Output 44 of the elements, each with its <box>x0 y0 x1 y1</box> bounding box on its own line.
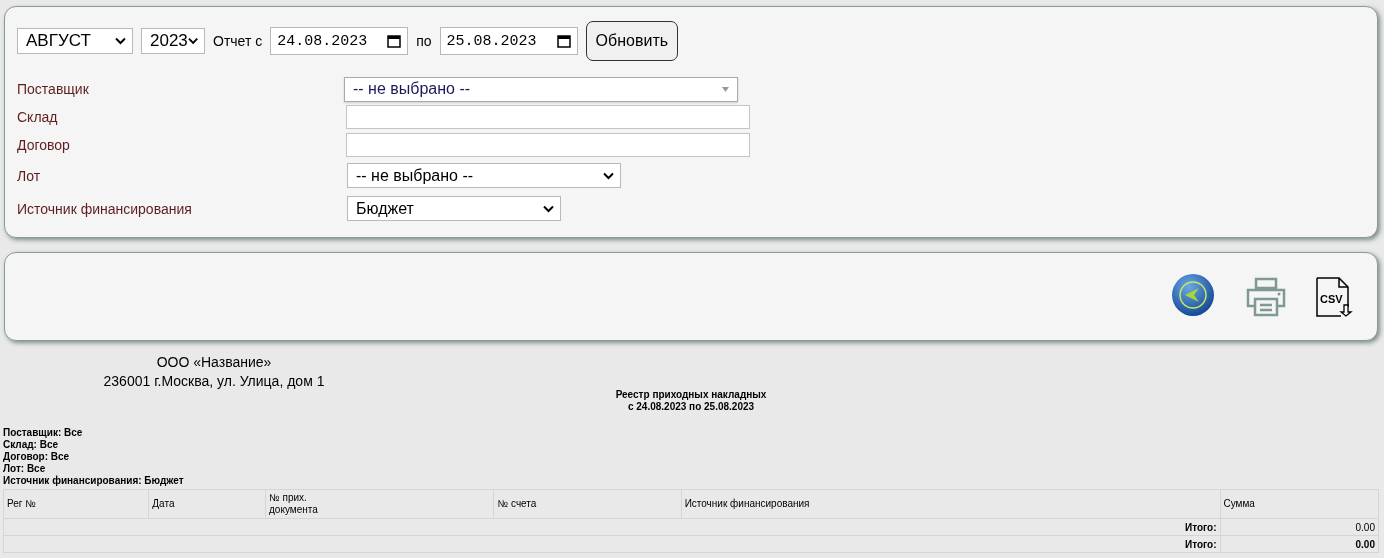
chevron-down-icon <box>543 204 554 213</box>
field-label: Источник финансирования <box>17 200 193 217</box>
report-parameter: Поставщик: Все <box>3 427 84 439</box>
report-parameter: Склад: Все <box>3 439 60 451</box>
month-select[interactable]: АВГУСТ <box>17 28 133 54</box>
total-label: Итого: <box>3 535 1220 553</box>
column-header: № счета <box>494 489 682 519</box>
to-label: по <box>416 33 432 49</box>
date-field[interactable]: 25.08.2023 <box>439 27 578 55</box>
column-header: Источник финансирования <box>681 489 1220 519</box>
report-parameter: Источник финансирования: Бюджет <box>3 475 185 487</box>
chevron-down-icon <box>603 171 614 180</box>
field-label: Лот <box>17 167 42 184</box>
caret-icon <box>722 86 729 92</box>
calendar-icon[interactable] <box>387 34 402 48</box>
report-parameter: Договор: Все <box>3 451 71 463</box>
column-header: Дата <box>148 489 266 519</box>
year-select[interactable]: 2023 <box>141 28 205 54</box>
field-label: Договор <box>17 137 71 153</box>
chevron-down-icon <box>115 37 126 45</box>
report-parameter: Лот: Все <box>3 463 47 475</box>
column-header: № прих. документа <box>265 489 494 519</box>
report-period: с 24.08.2023 по 25.08.2023 <box>626 401 756 413</box>
calendar-icon[interactable] <box>556 34 571 48</box>
field-label: Склад <box>17 109 59 125</box>
printer-icon[interactable] <box>1245 276 1287 317</box>
supplier-combobox[interactable]: -- не выбрано -- <box>344 76 738 102</box>
date-field[interactable]: 24.08.2023 <box>270 27 409 55</box>
column-header: Сумма <box>1220 489 1379 519</box>
company-name: ООО «Название» <box>155 353 273 372</box>
from-label: Отчет с <box>213 33 263 49</box>
company-address: 236001 г.Москва, ул. Улица, дом 1 <box>102 372 326 391</box>
total-value: 0.00 <box>1220 518 1379 536</box>
total-value: 0.00 <box>1220 535 1379 553</box>
chevron-down-icon <box>187 37 198 45</box>
dropdown-select[interactable]: -- не выбрано -- <box>347 163 621 188</box>
report-title: Реестр приходных накладных <box>614 389 768 401</box>
column-header: Рег № <box>3 489 149 519</box>
field-label: Поставщик <box>17 81 90 97</box>
input-field[interactable] <box>346 105 750 129</box>
refresh-button[interactable]: Обновить <box>585 21 679 61</box>
input-field[interactable] <box>346 133 750 157</box>
total-label: Итого: <box>3 518 1220 536</box>
dropdown-select[interactable]: Бюджет <box>347 196 561 221</box>
